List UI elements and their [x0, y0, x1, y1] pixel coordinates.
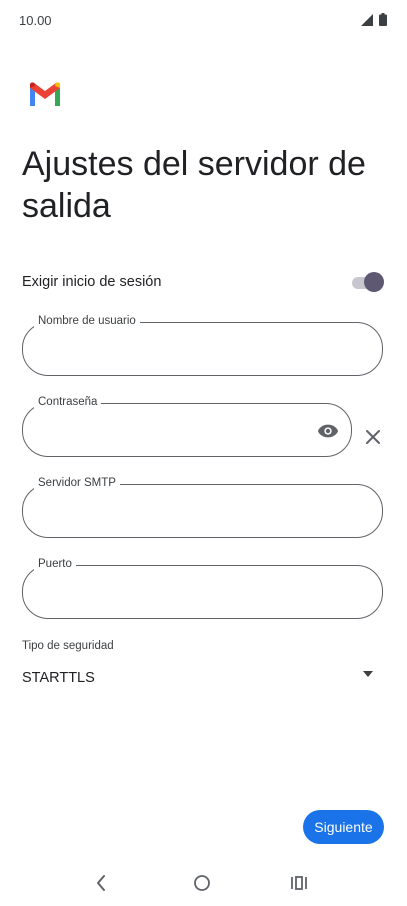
next-button[interactable]: Siguiente — [303, 810, 384, 844]
clear-password-icon[interactable] — [364, 428, 382, 446]
show-password-icon[interactable] — [317, 420, 339, 442]
password-field[interactable]: Contraseña — [22, 394, 352, 457]
recents-button[interactable] — [288, 872, 310, 894]
require-login-row: Exigir inicio de sesión — [22, 264, 384, 300]
password-input[interactable] — [39, 418, 305, 444]
back-button[interactable] — [90, 872, 112, 894]
home-button[interactable] — [191, 872, 213, 894]
security-type-value: STARTTLS — [22, 670, 95, 686]
smtp-server-input[interactable] — [39, 499, 366, 525]
recents-icon — [291, 876, 307, 890]
battery-icon — [379, 13, 387, 26]
page-title: Ajustes del servidor de salida — [22, 145, 366, 225]
require-login-label: Exigir inicio de sesión — [22, 274, 162, 290]
signal-icon — [361, 13, 373, 26]
smtp-server-label: Servidor SMTP — [34, 475, 120, 491]
home-icon — [194, 875, 210, 891]
port-input[interactable] — [39, 580, 366, 606]
status-icons — [361, 13, 387, 26]
status-bar: 10.00 — [0, 0, 407, 42]
username-input[interactable] — [39, 337, 366, 363]
toggle-thumb — [364, 272, 384, 292]
back-icon — [97, 875, 105, 891]
security-type-label: Tipo de seguridad — [22, 640, 114, 652]
username-field[interactable]: Nombre de usuario — [22, 313, 383, 376]
password-label: Contraseña — [34, 394, 102, 410]
dropdown-arrow-icon — [363, 671, 373, 677]
require-login-toggle[interactable] — [350, 272, 384, 292]
security-type-select[interactable]: STARTTLS — [22, 664, 384, 694]
status-time: 10.00 — [19, 13, 52, 28]
gmail-logo — [30, 82, 60, 106]
username-label: Nombre de usuario — [34, 313, 140, 329]
navigation-bar — [0, 860, 407, 906]
port-field[interactable]: Puerto — [22, 556, 383, 619]
smtp-server-field[interactable]: Servidor SMTP — [22, 475, 383, 538]
port-label: Puerto — [34, 556, 76, 572]
